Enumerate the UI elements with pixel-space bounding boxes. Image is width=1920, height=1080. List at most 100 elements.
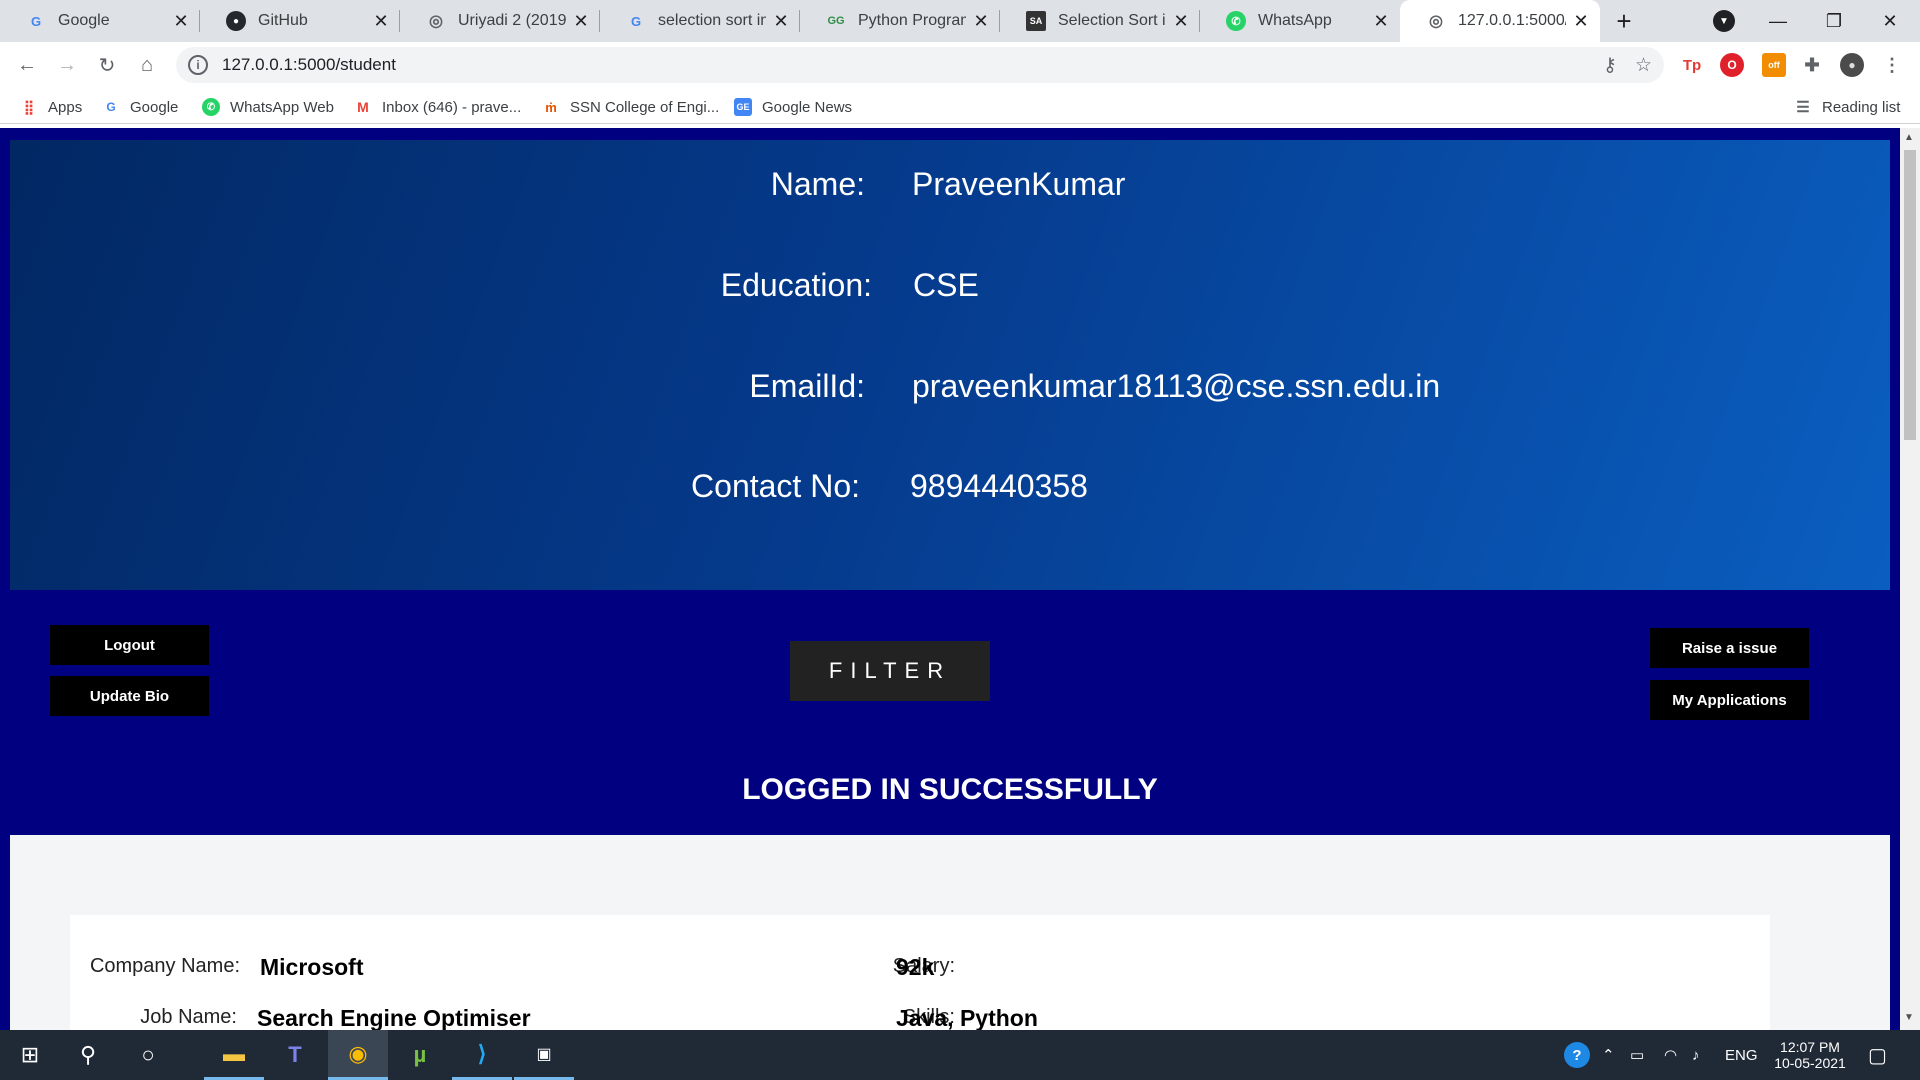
- email-label: EmailId:: [749, 368, 865, 404]
- filter-button[interactable]: FILTER: [790, 641, 990, 701]
- logout-button[interactable]: Logout: [50, 625, 209, 665]
- apps-grid-icon: ⣿: [23, 98, 35, 115]
- bookmark-apps[interactable]: ⣿ Apps: [20, 96, 82, 118]
- close-icon[interactable]: ✕: [1372, 11, 1390, 32]
- clock-time: 12:07 PM: [1780, 1039, 1840, 1055]
- clock[interactable]: 12:07 PM 10-05-2021: [1770, 1030, 1850, 1080]
- bookmark-whatsapp-web[interactable]: ✆ WhatsApp Web: [202, 96, 334, 118]
- language-indicator[interactable]: ENG: [1725, 1030, 1758, 1080]
- tab-search-icon[interactable]: ▼: [1696, 0, 1752, 42]
- close-icon[interactable]: ✕: [1172, 11, 1190, 32]
- bookmark-label: Google: [130, 98, 179, 116]
- job-name-value: Search Engine Optimiser: [257, 1005, 531, 1030]
- new-tab-button[interactable]: +: [1604, 0, 1644, 42]
- close-icon[interactable]: ✕: [972, 11, 990, 32]
- google-icon: G: [30, 13, 42, 29]
- battery-icon[interactable]: ▭: [1630, 1030, 1644, 1080]
- extensions-puzzle-icon[interactable]: ✚: [1800, 53, 1824, 77]
- tray-expand-icon[interactable]: ⌃: [1602, 1030, 1615, 1080]
- bookmark-ssn[interactable]: ṁ SSN College of Engi...: [542, 96, 719, 118]
- tab-title: Google: [58, 12, 110, 29]
- tab-python-program[interactable]: GG Python Program f ✕: [800, 0, 1000, 42]
- my-applications-button[interactable]: My Applications: [1650, 680, 1809, 720]
- bookmark-google[interactable]: G Google: [102, 96, 178, 118]
- update-bio-button[interactable]: Update Bio: [50, 676, 209, 716]
- tab-whatsapp[interactable]: ✆ WhatsApp ✕: [1200, 0, 1400, 42]
- back-icon[interactable]: ←: [12, 50, 42, 80]
- minimize-icon[interactable]: —: [1750, 0, 1806, 42]
- job-card: Company Name: Microsoft Salary: 92k Job …: [70, 915, 1770, 1030]
- chrome-icon[interactable]: ◉: [328, 1030, 388, 1080]
- forward-icon[interactable]: →: [52, 50, 82, 80]
- window-close-icon[interactable]: ✕: [1862, 0, 1918, 42]
- tab-selection-sort-search[interactable]: G selection sort in p ✕: [600, 0, 800, 42]
- site-info-icon[interactable]: i: [188, 55, 208, 75]
- company-label: Company Name:: [89, 955, 240, 977]
- contact-value: 9894440358: [910, 468, 1088, 504]
- terminal-icon[interactable]: ▣: [514, 1030, 574, 1080]
- close-icon[interactable]: ✕: [172, 11, 190, 32]
- job-results-panel: Company Name: Microsoft Salary: 92k Job …: [10, 835, 1890, 1030]
- email-value: praveenkumar18113@cse.ssn.edu.in: [912, 368, 1441, 404]
- name-value: PraveenKumar: [912, 166, 1126, 202]
- home-icon[interactable]: ⌂: [132, 50, 162, 80]
- scroll-down-icon[interactable]: ▼: [1904, 1012, 1914, 1023]
- company-value: Microsoft: [260, 954, 364, 980]
- close-icon[interactable]: ✕: [572, 11, 590, 32]
- education-label: Education:: [720, 267, 872, 303]
- bookmark-inbox[interactable]: M Inbox (646) - prave...: [354, 96, 521, 118]
- restore-icon[interactable]: ❐: [1806, 0, 1862, 42]
- tab-title: Selection Sort in P: [1058, 12, 1166, 29]
- cortana-icon[interactable]: ○: [118, 1030, 178, 1080]
- scroll-up-icon[interactable]: ▲: [1904, 132, 1914, 143]
- ad-blocker-extension-icon[interactable]: off: [1762, 53, 1786, 77]
- opera-extension-icon[interactable]: O: [1720, 53, 1744, 77]
- bookmark-star-icon[interactable]: ☆: [1635, 54, 1652, 77]
- wifi-icon[interactable]: ◠: [1664, 1030, 1677, 1080]
- url-text[interactable]: 127.0.0.1:5000/student: [222, 55, 396, 75]
- google-icon: G: [106, 100, 116, 114]
- tab-title: selection sort in p: [658, 12, 766, 29]
- tab-student-page[interactable]: ◎ 127.0.0.1:5000/stu ✕: [1400, 0, 1600, 42]
- teams-icon[interactable]: T: [265, 1030, 325, 1080]
- stackabuse-icon: SA: [1026, 11, 1046, 31]
- job-name-label: Job Name:: [140, 1006, 237, 1028]
- volume-icon[interactable]: ♪: [1692, 1030, 1700, 1080]
- tab-google[interactable]: G Google ✕: [0, 0, 200, 42]
- reading-list-icon: ☰: [1796, 99, 1810, 116]
- utorrent-icon[interactable]: µ: [390, 1030, 450, 1080]
- file-explorer-icon[interactable]: ▬: [204, 1030, 264, 1080]
- tab-github[interactable]: ● GitHub ✕: [200, 0, 400, 42]
- key-icon[interactable]: ⚷: [1603, 54, 1617, 77]
- tab-title: 127.0.0.1:5000/stu: [1458, 12, 1566, 29]
- help-icon[interactable]: ?: [1564, 1030, 1590, 1080]
- tab-selection-sort-article[interactable]: SA Selection Sort in P ✕: [1000, 0, 1200, 42]
- notifications-icon[interactable]: ▢: [1868, 1030, 1887, 1080]
- tab-uriyadi[interactable]: ◎ Uriyadi 2 (2019) T ✕: [400, 0, 600, 42]
- bookmark-google-news[interactable]: GE Google News: [734, 96, 852, 118]
- page-scrollbar[interactable]: ▲ ▼: [1900, 128, 1920, 1030]
- tab-title: GitHub: [258, 12, 308, 29]
- profile-avatar[interactable]: ●: [1840, 53, 1864, 77]
- reading-list[interactable]: ☰ Reading list: [1794, 96, 1900, 118]
- geeksforgeeks-icon: GG: [827, 15, 845, 27]
- gmail-icon: M: [357, 99, 369, 115]
- close-icon[interactable]: ✕: [772, 11, 790, 32]
- raise-issue-button[interactable]: Raise a issue: [1650, 628, 1809, 668]
- bookmark-label: Google News: [762, 98, 853, 116]
- menu-icon[interactable]: ⋮: [1880, 53, 1904, 77]
- reload-icon[interactable]: ↻: [92, 50, 122, 80]
- address-bar[interactable]: i 127.0.0.1:5000/student ⚷ ☆: [176, 47, 1664, 83]
- close-icon[interactable]: ✕: [372, 11, 390, 32]
- vscode-icon[interactable]: ⟩: [452, 1030, 512, 1080]
- bookmark-label: Apps: [48, 98, 83, 116]
- windows-start-icon[interactable]: ⊞: [0, 1030, 60, 1080]
- scrollbar-thumb[interactable]: [1904, 150, 1916, 440]
- globe-icon: ◎: [429, 13, 443, 30]
- tp-extension-icon[interactable]: Tp: [1680, 53, 1704, 77]
- search-icon[interactable]: ⚲: [58, 1030, 118, 1080]
- bookmark-label: WhatsApp Web: [230, 98, 334, 116]
- close-icon[interactable]: ✕: [1572, 11, 1590, 32]
- google-icon: G: [630, 13, 642, 29]
- education-value: CSE: [913, 267, 979, 303]
